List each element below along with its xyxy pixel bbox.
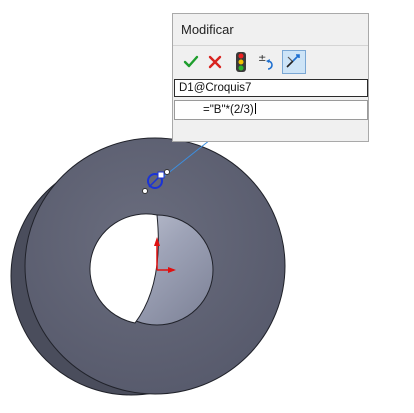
cancel-button[interactable] [203,50,227,74]
title-separator [173,45,368,46]
spin-reset-icon: ± [258,53,273,70]
dimension-point-lower[interactable] [142,188,148,194]
dimension-point-upper[interactable] [164,169,170,175]
dimension-name-field[interactable]: D1@Croquis7 [174,79,368,97]
dialog-title: Modificar [181,22,234,37]
close-icon [208,55,222,69]
checkmark-icon [183,55,199,68]
mark-dimension-button[interactable] [282,50,306,74]
dimension-grip[interactable] [157,171,165,179]
ok-button[interactable] [179,50,203,74]
rebuild-button[interactable] [229,50,253,74]
reset-spin-button[interactable]: ± [255,50,279,74]
expression-text: ="B"*(2/3) [203,104,254,116]
mark-dimension-icon [286,54,300,68]
expression-input[interactable]: ="B"*(2/3) [174,100,368,120]
svg-text:±: ± [258,53,266,64]
traffic-light-icon [236,52,246,72]
modify-dimension-dialog[interactable]: Modificar ± D1@Croquis7 ="B"*(2/3) [172,13,369,142]
text-caret [254,103,256,114]
